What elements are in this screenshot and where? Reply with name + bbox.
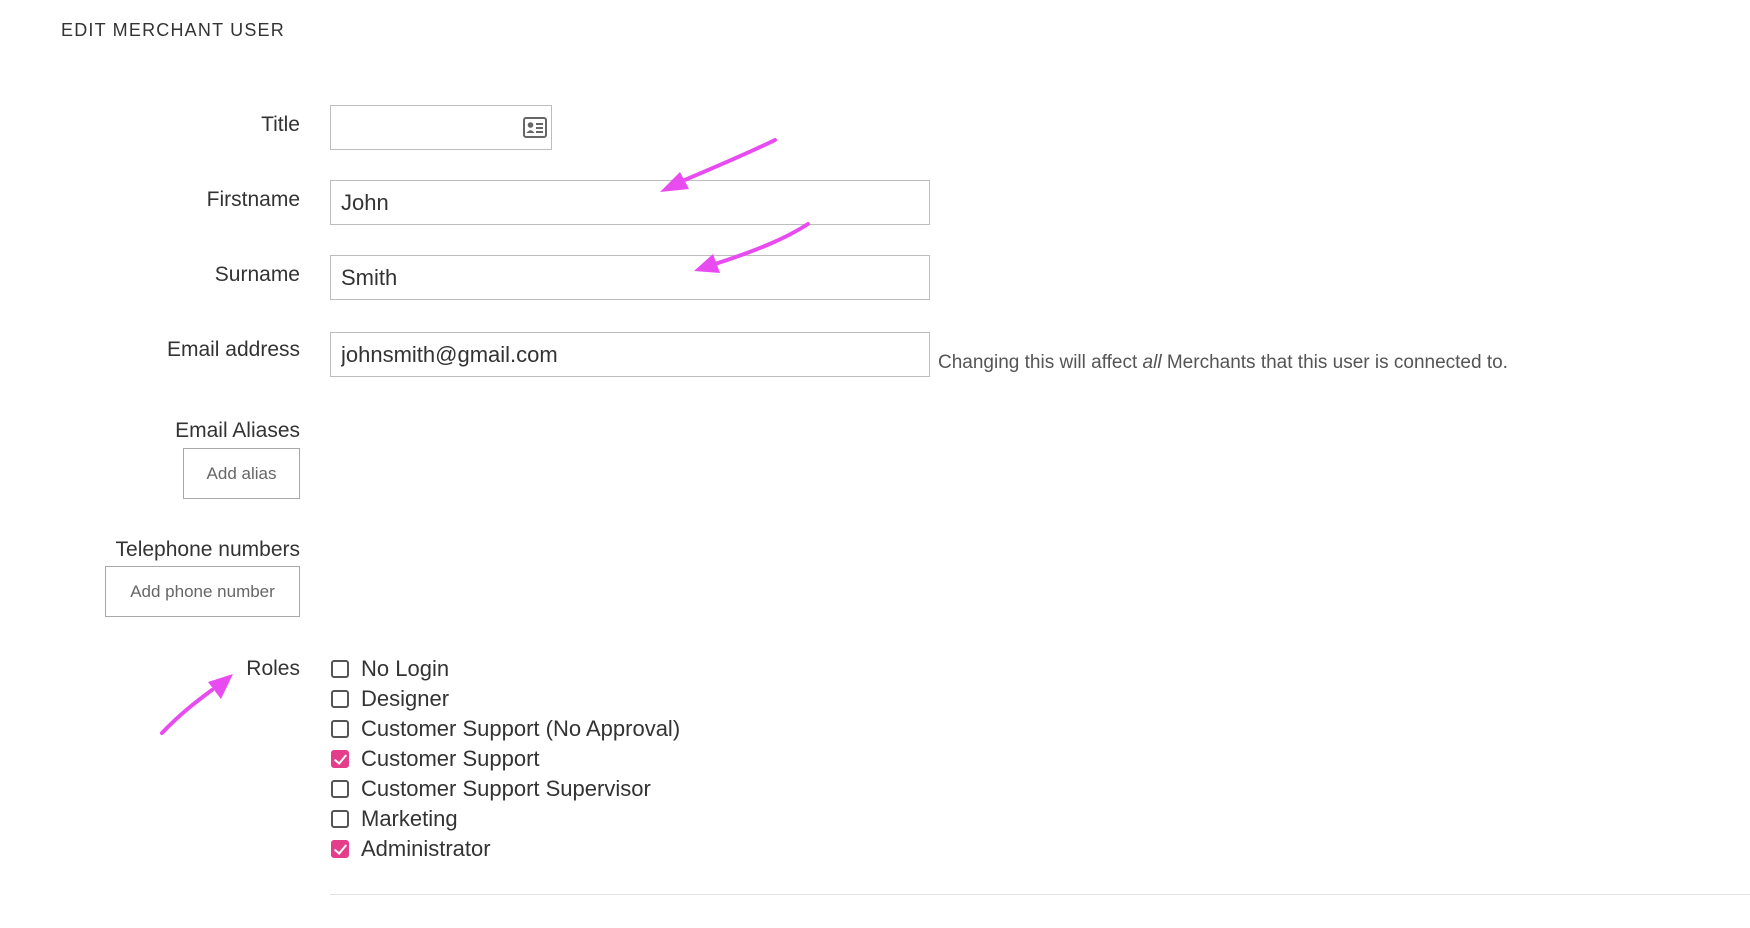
- email-input[interactable]: [330, 332, 930, 377]
- page-title: EDIT MERCHANT USER: [61, 20, 285, 40]
- role-row[interactable]: Designer: [331, 686, 449, 712]
- roles-label: Roles: [246, 657, 300, 680]
- add-alias-button[interactable]: Add alias: [183, 448, 300, 499]
- email-help-emphasis: all: [1142, 352, 1162, 373]
- firstname-label: Firstname: [206, 188, 300, 211]
- role-row[interactable]: Customer Support (No Approval): [331, 716, 680, 742]
- role-checkbox[interactable]: [331, 750, 349, 768]
- role-row[interactable]: No Login: [331, 656, 449, 682]
- section-divider: [330, 894, 1750, 895]
- role-label: Customer Support: [361, 746, 540, 771]
- role-row[interactable]: Customer Support: [331, 746, 540, 772]
- role-row[interactable]: Customer Support Supervisor: [331, 776, 651, 802]
- role-label: Customer Support (No Approval): [361, 716, 681, 741]
- role-checkbox[interactable]: [331, 810, 349, 828]
- role-row[interactable]: Administrator: [331, 836, 491, 862]
- arrow-to-roles-icon: [160, 674, 233, 735]
- email-label: Email address: [166, 338, 300, 361]
- role-checkbox[interactable]: [331, 720, 349, 738]
- add-phone-number-button[interactable]: Add phone number: [105, 566, 300, 617]
- role-row[interactable]: Marketing: [331, 806, 458, 832]
- email-help-after: Merchants that this user is connected to…: [1161, 352, 1508, 373]
- firstname-input[interactable]: [330, 180, 930, 225]
- role-checkbox[interactable]: [331, 660, 349, 678]
- role-label: Administrator: [361, 836, 491, 861]
- title-field[interactable]: [330, 105, 552, 150]
- surname-input[interactable]: [330, 255, 930, 300]
- email-aliases-label: Email Aliases: [175, 419, 300, 442]
- contact-card-icon: [523, 117, 547, 138]
- role-label: Customer Support Supervisor: [361, 776, 651, 801]
- title-label: Title: [261, 113, 300, 136]
- role-label: Marketing: [361, 806, 458, 831]
- role-checkbox[interactable]: [331, 780, 349, 798]
- role-label: No Login: [361, 656, 450, 681]
- surname-label: Surname: [214, 263, 300, 286]
- telephone-numbers-label: Telephone numbers: [115, 538, 300, 561]
- email-help-before: Changing this will affect: [938, 352, 1143, 373]
- role-checkbox[interactable]: [331, 690, 349, 708]
- role-label: Designer: [361, 686, 450, 711]
- email-help-text: Changing this will affect all Merchants …: [938, 352, 1508, 374]
- role-checkbox[interactable]: [331, 840, 349, 858]
